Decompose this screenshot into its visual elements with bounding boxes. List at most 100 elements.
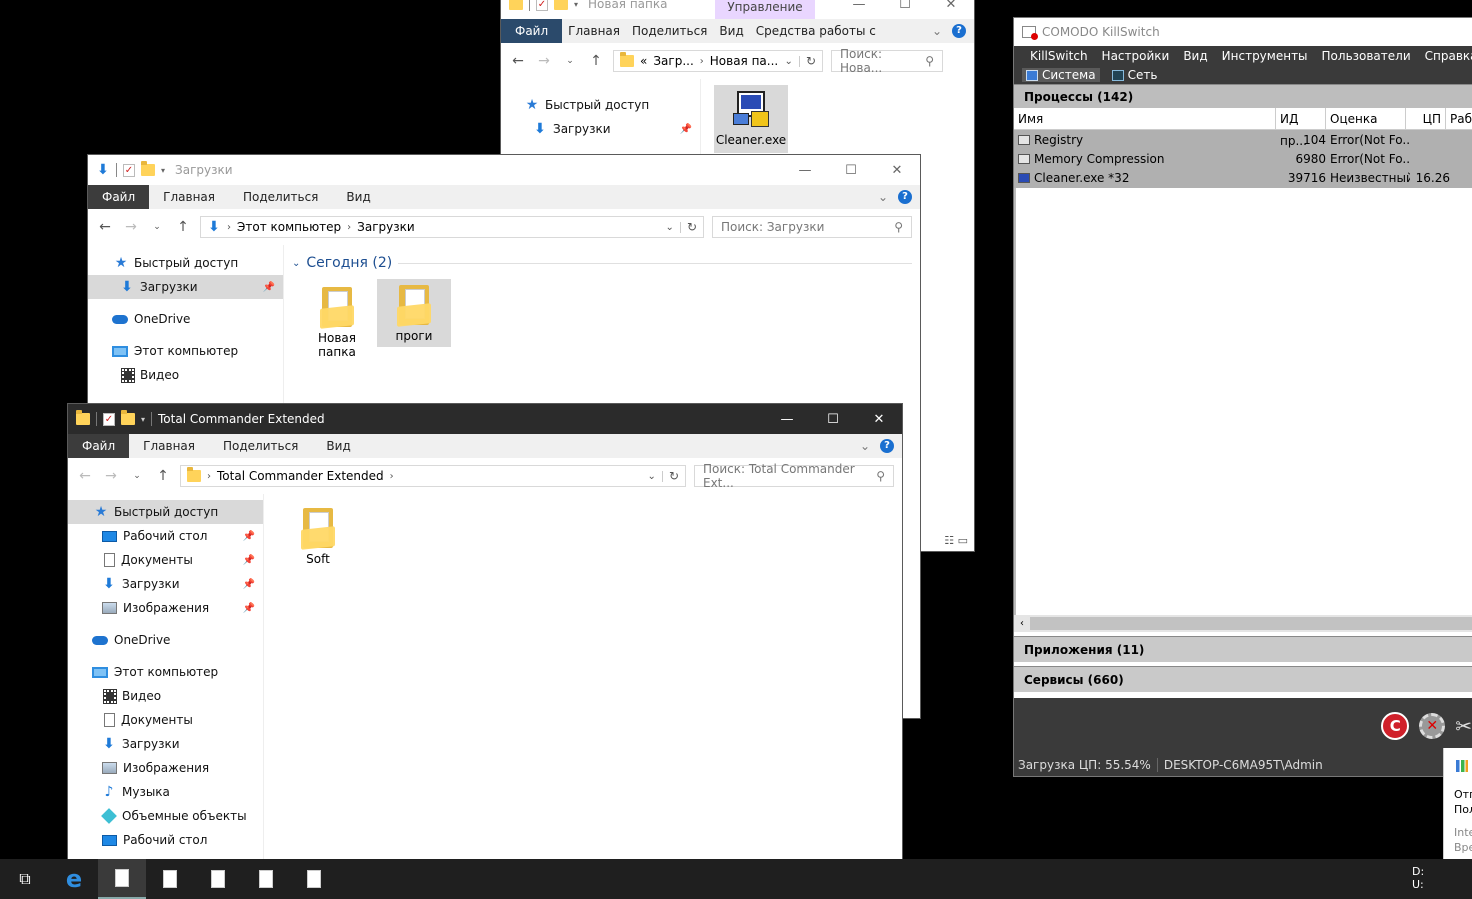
tab-view[interactable]: Вид [332,185,384,209]
search-input[interactable]: Поиск: Total Commander Ext... ⚲ [694,462,894,490]
horizontal-scrollbar[interactable]: ‹ [1014,615,1472,632]
maximize-button[interactable]: ☐ [828,155,874,185]
forward-button[interactable]: → [102,468,120,484]
address-dropdown[interactable]: ⌄ [666,221,681,233]
help-icon[interactable]: ? [898,190,912,204]
minimize-button[interactable]: — [782,155,828,185]
manage-tab[interactable]: Управление [715,0,815,19]
view-toggle[interactable]: ☷ ▭ [944,534,968,547]
menu-view[interactable]: Вид [1183,49,1207,63]
sidebar-item-this-pc[interactable]: Этот компьютер [88,339,283,363]
sidebar-item-onedrive[interactable]: OneDrive [68,628,263,652]
help-icon[interactable]: ? [952,24,966,38]
tab-home[interactable]: Главная [149,185,229,209]
forward-button[interactable]: → [122,219,140,235]
path-segment[interactable]: Загрузки [357,220,415,234]
close-button[interactable]: ✕ [856,404,902,434]
tab-system[interactable]: Система [1022,68,1100,82]
col-rating[interactable]: Оценка [1326,107,1406,130]
tab-view[interactable]: Вид [312,434,364,458]
path-overflow[interactable]: « [640,54,647,68]
applications-header[interactable]: Приложения (11) [1014,636,1472,662]
services-header[interactable]: Сервисы (660) [1014,666,1472,692]
sidebar-item-documents-pc[interactable]: Документы [68,708,263,732]
taskbar-app-1[interactable] [98,859,146,899]
help-icon[interactable]: ? [880,439,894,453]
recent-dropdown[interactable]: ⌄ [561,56,579,66]
col-name[interactable]: Имя [1014,107,1276,130]
tab-network[interactable]: Сеть [1108,68,1162,82]
col-pid[interactable]: ИД пр... [1276,107,1326,148]
back-button[interactable]: ← [76,468,94,484]
sidebar-item-onedrive[interactable]: OneDrive [88,307,283,331]
new-folder-icon[interactable] [141,161,155,176]
minimize-button[interactable]: — [764,404,810,434]
search-input[interactable]: Поиск: Нова... ⚲ [831,47,943,75]
new-folder-icon[interactable] [554,0,568,10]
ribbon-expand-icon[interactable]: ⌄ [932,24,942,38]
address-bar[interactable]: ⬇ › Этот компьютер › Загрузки ⌄ ↻ [200,216,704,238]
tab-file[interactable]: Файл [68,434,130,458]
titlebar[interactable]: ⬇ ✓ ▾ Загрузки — ☐ ✕ [88,155,920,185]
group-header[interactable]: ⌄ Сегодня (2) [292,255,912,271]
customize-qa-icon[interactable]: ▾ [574,0,578,9]
scroll-left-icon[interactable]: ‹ [1014,618,1030,629]
path-segment[interactable]: Загр... [653,54,693,68]
path-segment[interactable]: Новая па... [710,54,778,68]
titlebar[interactable]: ✓ ▾ Новая папка Управление — ☐ ✕ [501,0,974,19]
sidebar-item-pictures[interactable]: Изображения 📌 [68,596,263,620]
sidebar-item-quick-access[interactable]: ★ Быстрый доступ [88,251,283,275]
new-folder-icon[interactable] [121,410,135,425]
ribbon-expand-icon[interactable]: ⌄ [860,439,870,453]
table-row[interactable]: Cleaner.exe *32 39716 Неизвестный 16.26 [1014,168,1472,187]
tab-file[interactable]: Файл [88,185,150,209]
taskbar-app-4[interactable] [242,859,290,899]
properties-icon[interactable]: ✓ [103,412,115,426]
refresh-icon[interactable]: ↻ [806,54,816,68]
customize-qa-icon[interactable]: ▾ [161,166,165,175]
recent-dropdown[interactable]: ⌄ [148,222,166,232]
sidebar-item-desktop-pc[interactable]: Рабочий стол [68,828,263,852]
address-dropdown[interactable]: ⌄ [648,470,663,482]
file-soft[interactable]: Soft [281,502,355,568]
taskbar-app-2[interactable] [146,859,194,899]
back-button[interactable]: ← [509,53,527,69]
taskbar-app-5[interactable] [290,859,338,899]
file-progi[interactable]: проги [377,279,451,347]
close-button[interactable]: ✕ [874,155,920,185]
sidebar-item-quick-access[interactable]: ★ Быстрый доступ [68,500,263,524]
sidebar-item-documents[interactable]: Документы 📌 [68,548,263,572]
sidebar-item-downloads-pc[interactable]: ⬇ Загрузки [68,732,263,756]
close-button[interactable]: ✕ [928,0,974,19]
sidebar-item-3d-objects[interactable]: Объемные объекты [68,804,263,828]
menu-tools[interactable]: Инструменты [1222,49,1308,63]
refresh-icon[interactable]: ↻ [687,220,697,234]
up-button[interactable]: ↑ [587,53,605,69]
minimize-button[interactable]: — [836,0,882,19]
titlebar[interactable]: COMODO KillSwitch [1014,18,1472,46]
up-button[interactable]: ↑ [154,468,172,484]
comodo-logo-icon[interactable]: C [1381,712,1410,740]
table-row[interactable]: Registry 104 Error(Not Fo... [1014,130,1472,149]
col-cpu[interactable]: ЦП [1406,107,1446,130]
processes-header[interactable]: Процессы (142) [1014,84,1472,108]
gear-icon[interactable]: ✕ [1419,713,1446,739]
sidebar-item-video[interactable]: Видео [88,363,283,387]
sidebar-item-music[interactable]: ♪ Музыка [68,780,263,804]
properties-icon[interactable]: ✓ [536,0,548,11]
tab-share[interactable]: Поделиться [229,185,332,209]
tab-view[interactable]: Вид [713,19,749,43]
file-cleaner[interactable]: Cleaner.exe [714,85,788,153]
address-dropdown[interactable]: ⌄ [785,55,800,67]
recent-dropdown[interactable]: ⌄ [128,471,146,481]
tab-home[interactable]: Главная [562,19,626,43]
task-view-button[interactable]: ⧉ [0,859,50,899]
sidebar-item-desktop[interactable]: Рабочий стол 📌 [68,524,263,548]
sidebar-item-downloads[interactable]: ⬇ Загрузки 📌 [68,572,263,596]
sidebar-item-this-pc[interactable]: Этот компьютер [68,660,263,684]
menu-users[interactable]: Пользователи [1322,49,1411,63]
sidebar-item-video[interactable]: Видео [68,684,263,708]
maximize-button[interactable]: ☐ [810,404,856,434]
sidebar-item-quick-access[interactable]: ★ Быстрый доступ [501,93,700,117]
tab-share[interactable]: Поделиться [626,19,713,43]
